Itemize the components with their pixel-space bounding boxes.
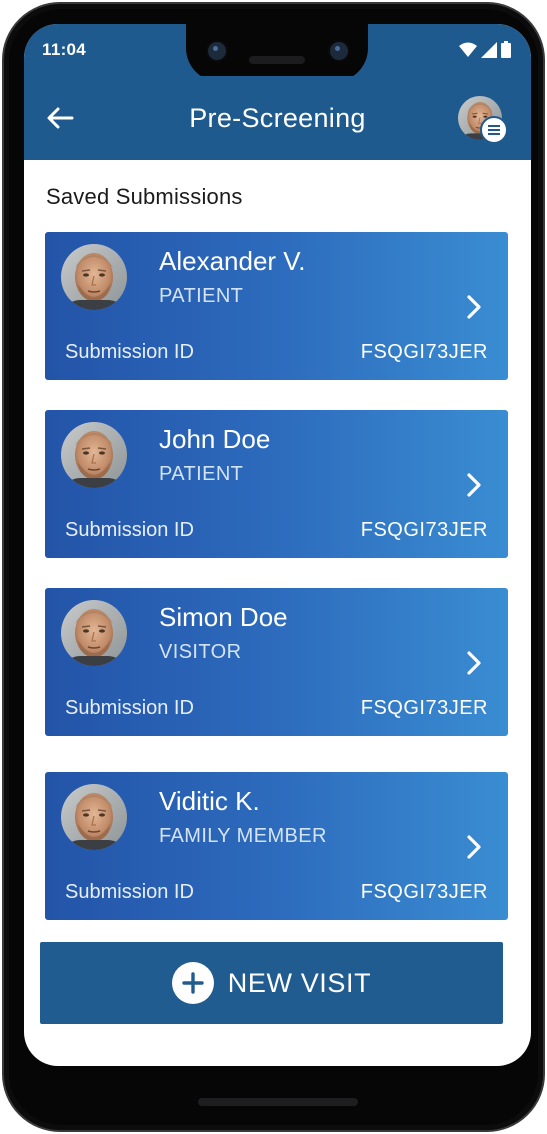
profile-avatar[interactable] <box>458 96 508 144</box>
submission-id-value: FSQGI73JER <box>360 519 488 541</box>
front-camera-left <box>206 40 228 62</box>
submission-name: John Doe <box>159 424 271 454</box>
chevron-right-icon <box>467 651 481 675</box>
submission-name: Simon Doe <box>159 602 288 632</box>
avatar <box>61 422 127 488</box>
chevron-right-icon <box>467 473 481 497</box>
home-indicator <box>198 1098 358 1106</box>
submission-card[interactable]: Alexander V. PATIENT Submission ID FSQGI… <box>45 232 508 380</box>
section-title: Saved Submissions <box>46 184 243 209</box>
signal-icon <box>481 41 497 58</box>
submission-card[interactable]: Viditic K. FAMILY MEMBER Submission ID F… <box>45 772 508 920</box>
chevron-right-icon <box>467 835 481 859</box>
submission-role: PATIENT <box>159 285 244 307</box>
status-time: 11:04 <box>42 40 87 59</box>
front-camera-right <box>328 40 350 62</box>
status-icons <box>459 41 511 58</box>
avatar <box>61 784 127 850</box>
app-bar: Pre-Screening <box>24 76 531 160</box>
menu-icon[interactable] <box>480 116 508 144</box>
avatar <box>61 600 127 666</box>
plus-icon <box>171 962 214 1004</box>
submission-role: FAMILY MEMBER <box>159 825 327 847</box>
submission-id-label: Submission ID <box>65 341 194 363</box>
submission-role: VISITOR <box>159 641 242 663</box>
new-visit-button[interactable]: NEW VISIT <box>40 942 503 1024</box>
wifi-icon <box>459 42 477 57</box>
new-visit-label: NEW VISIT <box>227 967 372 998</box>
submission-id-label: Submission ID <box>65 881 194 903</box>
phone-frame: 11:04 Pre-Screening Saved Submissions Al… <box>2 2 545 1132</box>
submission-card[interactable]: Simon Doe VISITOR Submission ID FSQGI73J… <box>45 588 508 736</box>
submission-name: Alexander V. <box>159 246 306 276</box>
avatar <box>61 244 127 310</box>
submission-name: Viditic K. <box>159 786 260 816</box>
submission-card[interactable]: John Doe PATIENT Submission ID FSQGI73JE… <box>45 410 508 558</box>
submission-id-value: FSQGI73JER <box>360 881 488 903</box>
submission-id-value: FSQGI73JER <box>360 697 488 719</box>
earpiece-speaker <box>249 56 305 64</box>
submission-id-label: Submission ID <box>65 697 194 719</box>
screen: 11:04 Pre-Screening Saved Submissions Al… <box>24 24 531 1066</box>
battery-icon <box>501 41 511 58</box>
submission-id-label: Submission ID <box>65 519 194 541</box>
submission-role: PATIENT <box>159 463 244 485</box>
page-title: Pre-Screening <box>189 103 366 133</box>
camera-notch <box>186 24 368 82</box>
submission-id-value: FSQGI73JER <box>360 341 488 363</box>
chevron-right-icon <box>467 295 481 319</box>
